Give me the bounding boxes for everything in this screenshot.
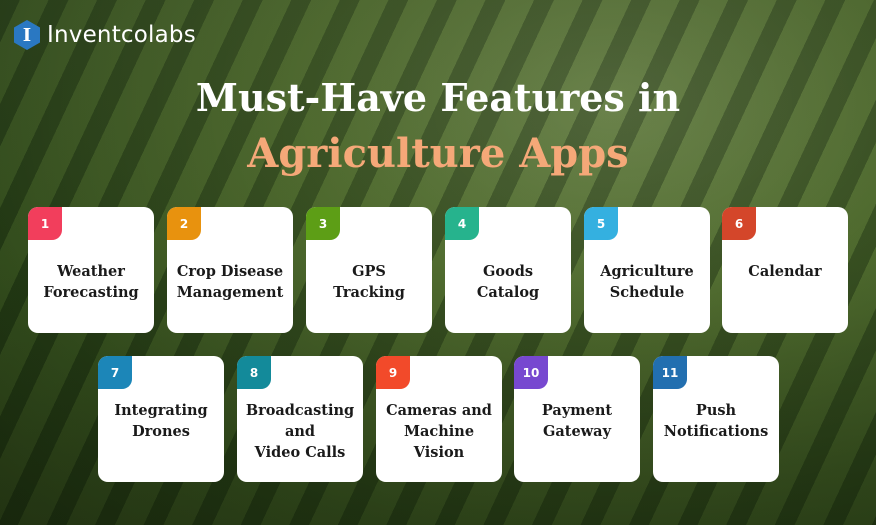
feature-card: 2 Crop Disease Management bbox=[167, 207, 293, 333]
feature-card: 7 Integrating Drones bbox=[98, 356, 224, 482]
feature-label: Agriculture Schedule bbox=[600, 263, 694, 301]
feature-card: 9 Cameras and Machine Vision bbox=[376, 356, 502, 482]
brand-name: Inventcolabs bbox=[47, 22, 196, 48]
feature-label: Broadcasting and Video Calls bbox=[245, 402, 355, 461]
feature-card: 3 GPS Tracking bbox=[306, 207, 432, 333]
feature-label: Weather Forecasting bbox=[43, 263, 139, 301]
feature-label: GPS Tracking bbox=[333, 263, 405, 301]
feature-number-badge: 4 bbox=[445, 207, 479, 240]
title-line-2: Agriculture Apps bbox=[247, 130, 629, 177]
feature-number-badge: 6 bbox=[722, 207, 756, 240]
feature-card: 11 Push Notifications bbox=[653, 356, 779, 482]
logo-hex-icon: I bbox=[14, 20, 40, 50]
feature-label: Goods Catalog bbox=[476, 263, 540, 301]
feature-label: Payment Gateway bbox=[541, 402, 613, 440]
feature-number-badge: 11 bbox=[653, 356, 687, 389]
feature-number-badge: 3 bbox=[306, 207, 340, 240]
feature-card: 4 Goods Catalog bbox=[445, 207, 571, 333]
feature-card: 10 Payment Gateway bbox=[514, 356, 640, 482]
feature-label: Integrating Drones bbox=[114, 402, 208, 440]
feature-number-badge: 9 bbox=[376, 356, 410, 389]
feature-card: 5 Agriculture Schedule bbox=[584, 207, 710, 333]
feature-label: Cameras and Machine Vision bbox=[386, 402, 492, 461]
feature-number-badge: 10 bbox=[514, 356, 548, 389]
feature-label: Calendar bbox=[748, 263, 822, 280]
page-title: Must-Have Features in Agriculture Apps bbox=[0, 70, 876, 182]
feature-label: Push Notifications bbox=[663, 402, 769, 440]
feature-label: Crop Disease Management bbox=[176, 263, 284, 301]
brand-logo: I Inventcolabs bbox=[14, 20, 196, 50]
feature-card: 1 Weather Forecasting bbox=[28, 207, 154, 333]
feature-number-badge: 2 bbox=[167, 207, 201, 240]
feature-number-badge: 8 bbox=[237, 356, 271, 389]
feature-number-badge: 5 bbox=[584, 207, 618, 240]
title-line-1: Must-Have Features in bbox=[195, 75, 681, 120]
feature-card: 8 Broadcasting and Video Calls bbox=[237, 356, 363, 482]
feature-number-badge: 1 bbox=[28, 207, 62, 240]
feature-card: 6 Calendar bbox=[722, 207, 848, 333]
feature-number-badge: 7 bbox=[98, 356, 132, 389]
